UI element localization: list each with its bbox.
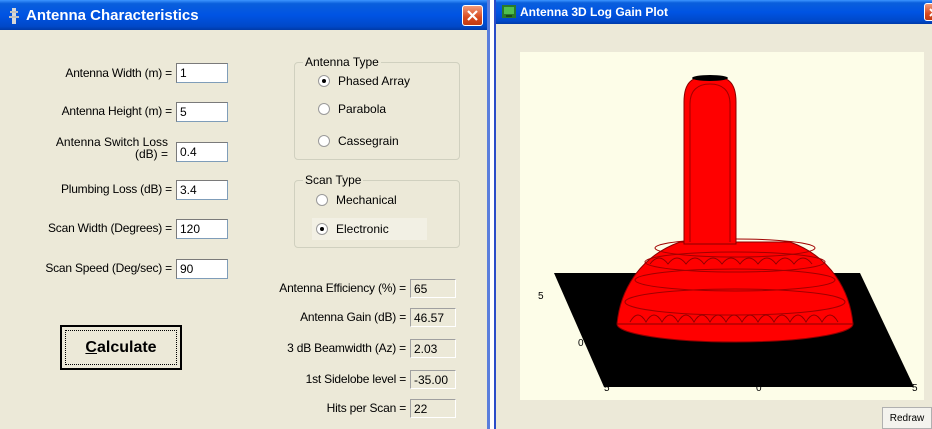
app-icon: [8, 8, 20, 29]
gain-plot-canvas: 5 0 5 0 5: [520, 52, 924, 400]
calculate-accelerator: C: [85, 338, 97, 356]
plumbing-loss-input[interactable]: [176, 180, 228, 200]
axis-label-bottom-right: 5: [912, 383, 918, 394]
radio-parabola[interactable]: Parabola: [318, 102, 386, 116]
radio-cassegrain-label: Cassegrain: [338, 134, 399, 148]
hits-label: Hits per Scan =: [326, 401, 407, 415]
close-icon: [467, 10, 478, 21]
axis-label-left-mid: 0: [578, 338, 584, 349]
beamwidth-label: 3 dB Beamwidth (Az) =: [287, 341, 406, 355]
radio-electronic[interactable]: Electronic: [312, 218, 427, 240]
main-lobe: [683, 75, 737, 245]
efficiency-label: Antenna Efficiency (%) =: [279, 281, 406, 295]
antenna-type-legend: Antenna Type: [303, 55, 381, 69]
axis-label-bottom-mid: 0: [756, 383, 762, 394]
antenna-height-input[interactable]: [176, 102, 228, 122]
radio-dot-icon: [316, 223, 328, 235]
sidelobe-skirt: [616, 241, 854, 325]
antenna-characteristics-window: Antenna Characteristics Antenna Width (m…: [0, 0, 490, 429]
efficiency-value: 65: [410, 279, 456, 298]
radio-cassegrain[interactable]: Cassegrain: [318, 134, 399, 148]
radio-phased-array[interactable]: Phased Array: [318, 74, 410, 88]
characteristics-title: Antenna Characteristics: [26, 7, 199, 24]
plot-app-icon: [502, 5, 516, 23]
main-lobe-top: [692, 75, 728, 81]
beamwidth-value: 2.03: [410, 339, 456, 358]
radio-parabola-label: Parabola: [338, 102, 387, 116]
close-button[interactable]: [462, 5, 483, 26]
radio-electronic-label: Electronic: [336, 222, 389, 236]
radio-phased-array-label: Phased Array: [338, 74, 411, 88]
calculate-button-label: Calculate: [65, 330, 177, 365]
calculate-label-rest: alculate: [96, 338, 157, 356]
redraw-button[interactable]: Redraw: [882, 407, 932, 429]
scan-width-input[interactable]: [176, 219, 228, 239]
switch-loss-label-line2: (dB) =: [134, 147, 168, 161]
gain-label: Antenna Gain (dB) =: [300, 310, 406, 324]
plot-close-button[interactable]: [924, 3, 932, 21]
switch-loss-label: Antenna Switch Loss (dB) =: [10, 136, 168, 160]
sidelobe-label: 1st Sidelobe level =: [305, 372, 407, 386]
switch-loss-input[interactable]: [176, 142, 228, 162]
sidelobe-value: -35.00: [410, 370, 456, 389]
axis-label-left-top: 5: [538, 291, 544, 302]
radio-mechanical[interactable]: Mechanical: [316, 193, 397, 207]
axis-label-bottom-left: 5: [604, 383, 610, 394]
scan-width-label: Scan Width (Degrees) =: [48, 221, 172, 235]
scan-speed-label: Scan Speed (Deg/sec) =: [45, 261, 172, 275]
gain-plot-window: Antenna 3D Log Gain Plot 5 0 5 0 5 Redra…: [494, 0, 932, 429]
plot-title: Antenna 3D Log Gain Plot: [520, 5, 669, 19]
plot-title-bar[interactable]: Antenna 3D Log Gain Plot: [496, 0, 932, 24]
radio-dot-icon: [318, 103, 330, 115]
radio-mechanical-label: Mechanical: [336, 193, 397, 207]
characteristics-title-bar[interactable]: Antenna Characteristics: [0, 0, 487, 30]
scan-type-legend: Scan Type: [303, 173, 364, 187]
antenna-height-label: Antenna Height (m) =: [61, 104, 173, 118]
radio-dot-icon: [318, 75, 330, 87]
plumbing-loss-label: Plumbing Loss (dB) =: [60, 182, 172, 196]
gain-value: 46.57: [410, 308, 456, 327]
close-icon: [928, 7, 932, 17]
hits-value: 22: [410, 399, 456, 418]
antenna-width-input[interactable]: [176, 63, 228, 83]
radio-dot-icon: [318, 135, 330, 147]
radio-dot-icon: [316, 194, 328, 206]
scan-speed-input[interactable]: [176, 259, 228, 279]
antenna-width-label: Antenna Width (m) =: [65, 66, 172, 80]
calculate-button[interactable]: Calculate: [60, 325, 182, 370]
